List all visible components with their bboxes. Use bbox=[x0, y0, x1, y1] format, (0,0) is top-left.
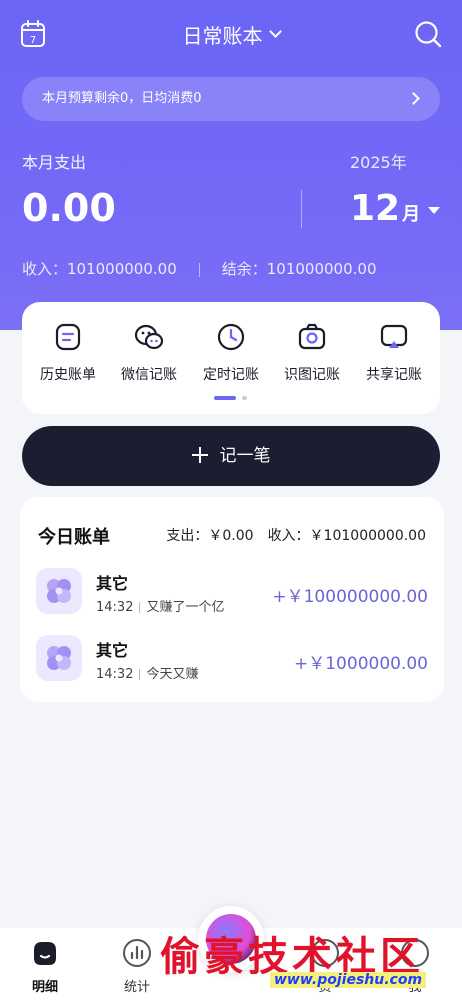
today-expense: 支出：￥0.00 bbox=[166, 528, 254, 544]
account-book-selector[interactable]: 日常账本 bbox=[0, 20, 462, 49]
bill-note: 又赚了一个亿 bbox=[146, 600, 225, 615]
quick-action-label: 定时记账 bbox=[203, 367, 259, 383]
today-income: 收入：￥101000000.00 bbox=[267, 528, 426, 544]
history-bill-icon bbox=[55, 323, 81, 351]
bill-category: 其它 bbox=[96, 641, 129, 660]
camera-icon bbox=[298, 323, 326, 350]
income-text: 收入：101000000.00 bbox=[22, 260, 177, 278]
quick-action-label: 历史账单 bbox=[40, 367, 96, 383]
quick-actions-card: 历史账单 微信记账 定时记账 识图记账 共享记账 bbox=[22, 302, 440, 414]
quick-action-label: 识图记账 bbox=[284, 367, 340, 383]
budget-text: 本月预算剩余0，日均消费0 bbox=[42, 91, 202, 106]
quick-action-history-bill[interactable]: 历史账单 bbox=[28, 322, 108, 384]
balance-text: 结余：101000000.00 bbox=[221, 260, 377, 278]
divider bbox=[198, 262, 200, 277]
bill-meta: 14:32 今天又赚 bbox=[96, 663, 198, 682]
bill-note: 今天又赚 bbox=[146, 667, 199, 682]
month-unit: 月 bbox=[402, 204, 421, 225]
bill-category: 其它 bbox=[96, 574, 129, 593]
month-selector[interactable]: 12 月 bbox=[350, 188, 441, 229]
bill-amount: +￥100000000.00 bbox=[272, 587, 428, 607]
tab-label: 明细 bbox=[31, 980, 58, 995]
quick-action-wechat[interactable]: 微信记账 bbox=[109, 322, 189, 384]
today-bills-title: 今日账单 bbox=[38, 527, 110, 548]
year-label: 2025年 bbox=[350, 153, 407, 172]
page-dot-active bbox=[214, 396, 236, 400]
plus-icon bbox=[191, 446, 208, 463]
chevron-down-icon bbox=[268, 25, 282, 38]
bill-row[interactable]: 其它 14:32 今天又赚 +￥1000000.00 bbox=[36, 635, 430, 683]
add-record-button[interactable]: 记一笔 bbox=[22, 426, 440, 486]
share-icon bbox=[380, 324, 408, 348]
bill-meta: 14:32 又赚了一个亿 bbox=[96, 596, 224, 615]
quick-action-timed[interactable]: 定时记账 bbox=[191, 322, 271, 384]
bill-time: 14:32 bbox=[96, 667, 134, 682]
today-bills-card: 今日账单 支出：￥0.00 收入：￥101000000.00 其它 14:32 又赚… bbox=[20, 497, 444, 702]
quick-action-share[interactable]: 共享记账 bbox=[354, 322, 434, 384]
chevron-right-icon bbox=[407, 92, 420, 105]
clock-icon bbox=[217, 323, 245, 351]
search-icon[interactable] bbox=[414, 20, 442, 48]
month-number: 12 bbox=[350, 188, 401, 229]
bill-row[interactable]: 其它 14:32 又赚了一个亿 +￥100000000.00 bbox=[36, 568, 430, 616]
detail-icon bbox=[34, 942, 56, 965]
add-record-label: 记一笔 bbox=[219, 446, 271, 466]
income-balance-summary: 收入：101000000.00 结余：101000000.00 bbox=[22, 258, 377, 279]
budget-banner[interactable]: 本月预算剩余0，日均消费0 bbox=[22, 77, 440, 121]
top-bar: 7 日常账本 bbox=[0, 14, 462, 56]
quick-action-label: 微信记账 bbox=[121, 367, 177, 383]
tab-detail[interactable]: 明细 bbox=[10, 938, 80, 995]
watermark: 偷豪技术社区 www.pojieshu.com bbox=[160, 916, 460, 996]
bill-time: 14:32 bbox=[96, 600, 134, 615]
bill-amount: +￥1000000.00 bbox=[294, 654, 428, 674]
quick-action-label: 共享记账 bbox=[366, 367, 422, 383]
quick-action-image[interactable]: 识图记账 bbox=[272, 322, 352, 384]
month-expense-amount: 0.00 bbox=[22, 186, 116, 230]
month-expense-label: 本月支出 bbox=[22, 153, 87, 172]
caret-down-icon bbox=[428, 206, 441, 214]
today-stats: 支出：￥0.00 收入：￥101000000.00 bbox=[166, 525, 426, 545]
wechat-icon bbox=[134, 324, 164, 350]
other-category-icon bbox=[36, 635, 82, 681]
divider bbox=[301, 190, 302, 228]
other-category-icon bbox=[36, 568, 82, 614]
watermark-url: www.pojieshu.com bbox=[270, 972, 427, 988]
stats-icon bbox=[123, 939, 151, 967]
account-book-title: 日常账本 bbox=[182, 24, 263, 48]
page-dot bbox=[242, 396, 247, 400]
